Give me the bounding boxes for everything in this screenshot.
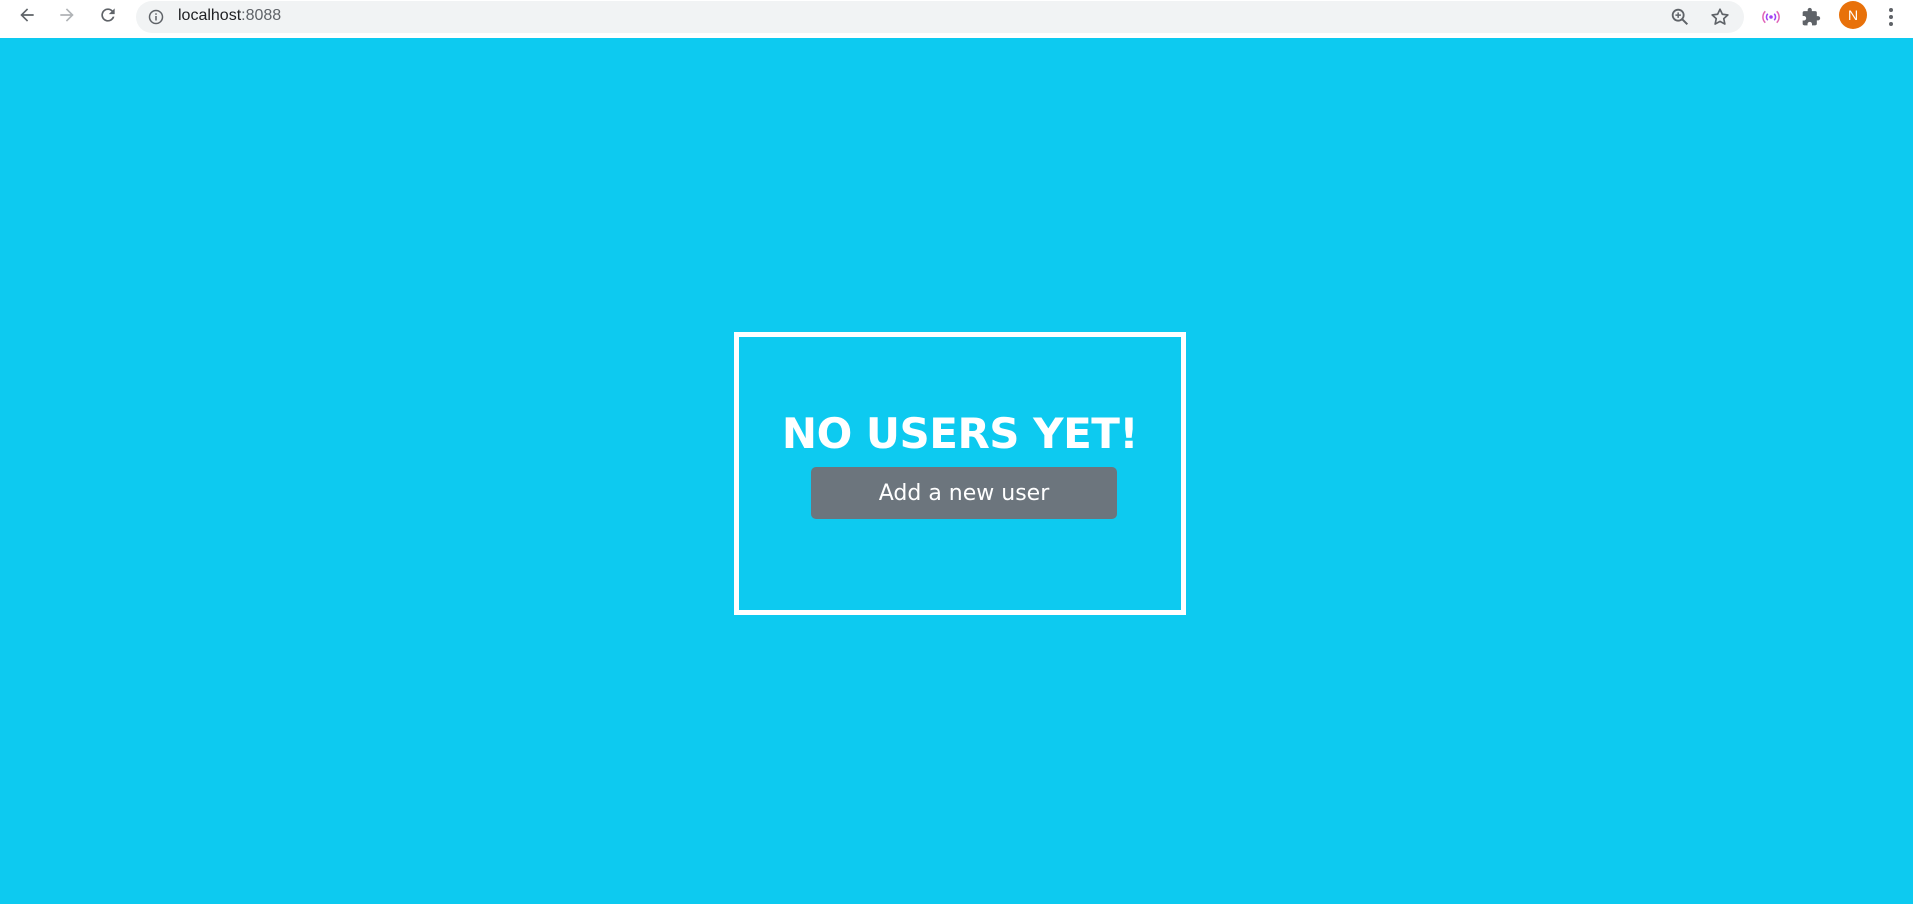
reload-button[interactable] [95, 2, 121, 28]
url-host: localhost [178, 7, 242, 24]
back-button[interactable] [14, 2, 40, 28]
cast-button[interactable] [1758, 4, 1784, 30]
back-arrow-icon [20, 8, 34, 22]
empty-state-card: NO USERS YET! Add a new user [734, 332, 1186, 615]
extensions-icon [1802, 7, 1821, 26]
add-user-button[interactable]: Add a new user [811, 467, 1117, 519]
cast-icon [1762, 10, 1780, 24]
browser-menu-button[interactable] [1878, 4, 1904, 30]
star-icon[interactable] [1709, 6, 1731, 28]
page-title: NO USERS YET! [781, 409, 1139, 458]
info-icon[interactable] [148, 9, 164, 25]
forward-arrow-icon [60, 8, 74, 22]
more-menu-icon [1889, 8, 1893, 26]
zoom-icon[interactable] [1669, 6, 1691, 28]
page-content: NO USERS YET! Add a new user [0, 38, 1913, 904]
reload-icon [101, 8, 115, 22]
url-port: :8088 [241, 7, 282, 24]
url-text: localhost:8088 [178, 7, 281, 25]
browser-toolbar: localhost:8088 N [0, 0, 1913, 38]
forward-button[interactable] [54, 2, 80, 28]
extensions-button[interactable] [1798, 4, 1824, 30]
profile-avatar[interactable]: N [1839, 1, 1867, 29]
address-bar[interactable]: localhost:8088 [136, 1, 1744, 33]
